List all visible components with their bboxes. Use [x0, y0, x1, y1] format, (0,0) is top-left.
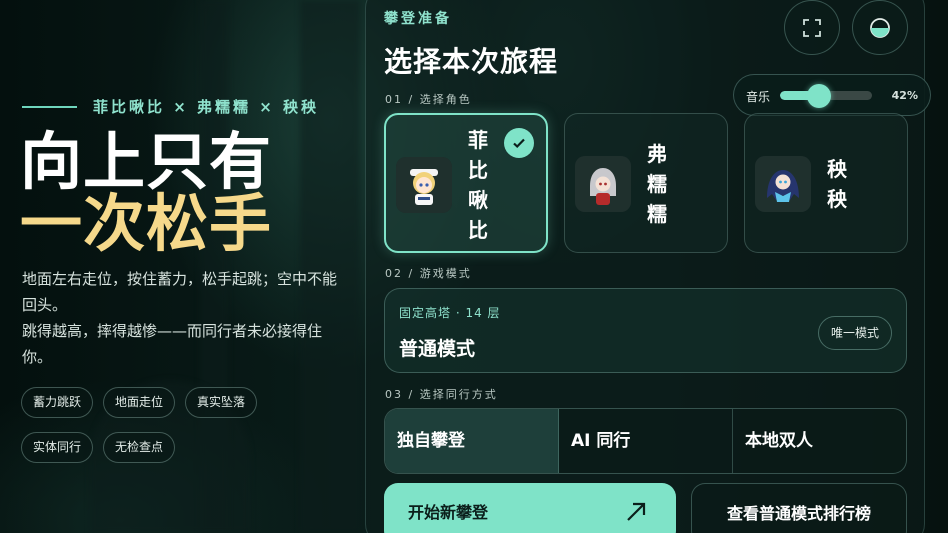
- cast-names: 菲比啾比 × 弗糯糯 × 秧秧: [93, 98, 320, 116]
- fullscreen-icon: [803, 18, 821, 37]
- leaderboard-label: 查看普通模式排行榜: [726, 504, 871, 523]
- section-label-role: 01 / 选择角色: [385, 93, 472, 106]
- start-climb-label: 开始新攀登: [408, 503, 489, 522]
- music-volume-control: 音乐 42%: [733, 74, 931, 116]
- feature-tags: 蓄力跳跃 地面走位 真实坠落 实体同行 无检查点: [21, 387, 321, 463]
- feature-tag: 地面走位: [103, 387, 176, 418]
- character-card-feibi[interactable]: 菲比啾比: [384, 113, 548, 253]
- character-name-funuonuo: 弗糯糯: [647, 142, 667, 226]
- character-card-funuonuo[interactable]: 弗糯糯: [564, 113, 728, 253]
- game-description: 地面左右走位，按住蓄力，松手起跳；空中不能回头。 跳得越高，摔得越惨——而同行者…: [22, 266, 342, 370]
- headline-line-1: 向上只有: [20, 125, 273, 198]
- avatar-funuonuo: [575, 156, 631, 212]
- companion-option-solo[interactable]: 独自攀登: [385, 409, 559, 473]
- headline-line-2: 一次松手: [20, 187, 273, 260]
- companion-mode-selector: 独自攀登 AI 同行 本地双人: [384, 408, 907, 474]
- section-label-companion: 03 / 选择同行方式: [385, 388, 498, 401]
- feature-tag: 实体同行: [21, 432, 94, 463]
- theme-toggle-icon: [870, 17, 890, 38]
- theme-toggle-button[interactable]: [852, 0, 908, 55]
- character-card-yangyang[interactable]: 秧秧: [744, 113, 908, 253]
- avatar-feibi: [396, 157, 452, 213]
- start-climb-button[interactable]: 开始新攀登: [384, 483, 676, 533]
- cast-line: 菲比啾比 × 弗糯糯 × 秧秧: [22, 96, 319, 117]
- character-name-yangyang: 秧秧: [827, 157, 847, 211]
- companion-option-ai[interactable]: AI 同行: [559, 409, 733, 473]
- game-mode-card[interactable]: 固定高塔 · 14 层 普通模式 唯一模式: [384, 288, 907, 373]
- arrow-up-right-icon: [627, 502, 646, 521]
- panel-eyebrow: 攀登准备: [384, 11, 452, 27]
- music-slider-thumb[interactable]: [806, 84, 831, 108]
- selected-check-icon: [504, 128, 534, 158]
- intro-column: 菲比啾比 × 弗糯糯 × 秧秧 向上只有 一次松手 地面左右走位，按住蓄力，松手…: [0, 0, 365, 533]
- feature-tag: 蓄力跳跃: [21, 387, 94, 418]
- avatar-yangyang: [755, 156, 811, 212]
- mode-name: 普通模式: [399, 338, 476, 360]
- feature-tag: 无检查点: [103, 432, 176, 463]
- only-mode-badge: 唯一模式: [817, 316, 892, 350]
- description-line-2: 跳得越高，摔得越惨——而同行者未必接得住你。: [22, 322, 323, 366]
- panel-title: 选择本次旅程: [384, 45, 559, 78]
- description-line-1: 地面左右走位，按住蓄力，松手起跳；空中不能回头。: [22, 270, 338, 314]
- music-label: 音乐: [746, 90, 771, 104]
- music-volume-value: 42%: [891, 89, 918, 102]
- fullscreen-button[interactable]: [784, 0, 840, 55]
- accent-rule: [22, 105, 77, 108]
- companion-option-local-coop[interactable]: 本地双人: [733, 409, 906, 473]
- character-name-feibi: 菲比啾比: [468, 128, 488, 242]
- feature-tag: 真实坠落: [185, 387, 258, 418]
- mode-subtitle: 固定高塔 · 14 层: [399, 306, 501, 320]
- leaderboard-button[interactable]: 查看普通模式排行榜: [691, 483, 907, 533]
- section-label-mode: 02 / 游戏模式: [385, 267, 472, 280]
